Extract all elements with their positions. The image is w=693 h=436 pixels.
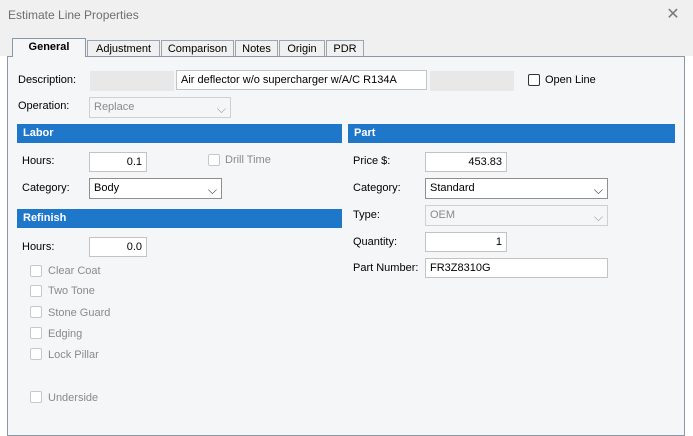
refinish-hours-input[interactable]: 0.0 — [89, 237, 147, 257]
tab-pdr[interactable]: PDR — [326, 40, 364, 56]
labor-hours-label: Hours: — [22, 155, 55, 167]
chevron-down-icon: ⌵ — [207, 183, 217, 197]
clear-coat-label: Clear Coat — [48, 265, 101, 277]
operation-value: Replace — [94, 101, 135, 113]
labor-header: Labor — [17, 124, 342, 143]
refinish-hours-label: Hours: — [22, 241, 55, 253]
part-number-label: Part Number: — [353, 262, 419, 274]
part-category-dropdown[interactable]: Standard ⌵ — [425, 178, 608, 199]
quantity-input[interactable]: 1 — [425, 232, 507, 252]
operation-label: Operation: — [18, 100, 70, 112]
tab-general[interactable]: General — [12, 38, 86, 57]
labor-category-label: Category: — [22, 182, 70, 194]
tab-notes[interactable]: Notes — [235, 40, 278, 56]
labor-category-dropdown[interactable]: Body ⌵ — [89, 178, 222, 199]
lock-pillar-checkbox[interactable] — [30, 348, 42, 360]
labor-hours-input[interactable]: 0.1 — [89, 152, 147, 172]
part-header: Part — [348, 124, 675, 143]
open-line-checkbox[interactable] — [528, 74, 540, 86]
quantity-label: Quantity: — [353, 236, 398, 248]
part-category-value: Standard — [430, 182, 475, 194]
type-dropdown[interactable]: OEM ⌵ — [425, 205, 608, 226]
type-value: OEM — [430, 209, 456, 221]
tab-adjustment[interactable]: Adjustment — [87, 40, 160, 56]
stone-guard-label: Stone Guard — [48, 307, 111, 319]
edging-checkbox[interactable] — [30, 327, 42, 339]
stone-guard-checkbox[interactable] — [30, 306, 42, 318]
drill-time-label: Drill Time — [225, 154, 271, 166]
price-label: Price $: — [353, 155, 391, 167]
open-line-label: Open Line — [545, 74, 596, 86]
underside-checkbox[interactable] — [30, 391, 42, 403]
description-code-field — [90, 71, 174, 91]
description-extra-field — [430, 71, 514, 91]
part-number-input[interactable]: FR3Z8310G — [425, 258, 608, 278]
drill-time-checkbox[interactable] — [208, 154, 220, 166]
tab-origin[interactable]: Origin — [279, 40, 325, 56]
tab-comparison[interactable]: Comparison — [161, 40, 234, 56]
underside-label: Underside — [48, 392, 99, 404]
clear-coat-checkbox[interactable] — [30, 265, 42, 277]
two-tone-checkbox[interactable] — [30, 285, 42, 297]
window-title: Estimate Line Properties — [8, 8, 139, 22]
close-icon[interactable]: ✕ — [653, 0, 693, 30]
operation-dropdown[interactable]: Replace ⌵ — [89, 97, 231, 118]
lock-pillar-label: Lock Pillar — [48, 349, 99, 361]
two-tone-label: Two Tone — [48, 285, 95, 297]
type-label: Type: — [353, 209, 380, 221]
description-label: Description: — [18, 74, 77, 86]
part-category-label: Category: — [353, 182, 401, 194]
description-input[interactable]: Air deflector w/o supercharger w/A/C R13… — [176, 70, 427, 90]
price-input[interactable]: 453.83 — [425, 152, 507, 172]
chevron-down-icon: ⌵ — [216, 102, 226, 116]
chevron-down-icon: ⌵ — [593, 210, 603, 224]
refinish-header: Refinish — [17, 209, 342, 228]
labor-category-value: Body — [94, 182, 120, 194]
edging-label: Edging — [48, 328, 83, 340]
chevron-down-icon: ⌵ — [593, 183, 603, 197]
